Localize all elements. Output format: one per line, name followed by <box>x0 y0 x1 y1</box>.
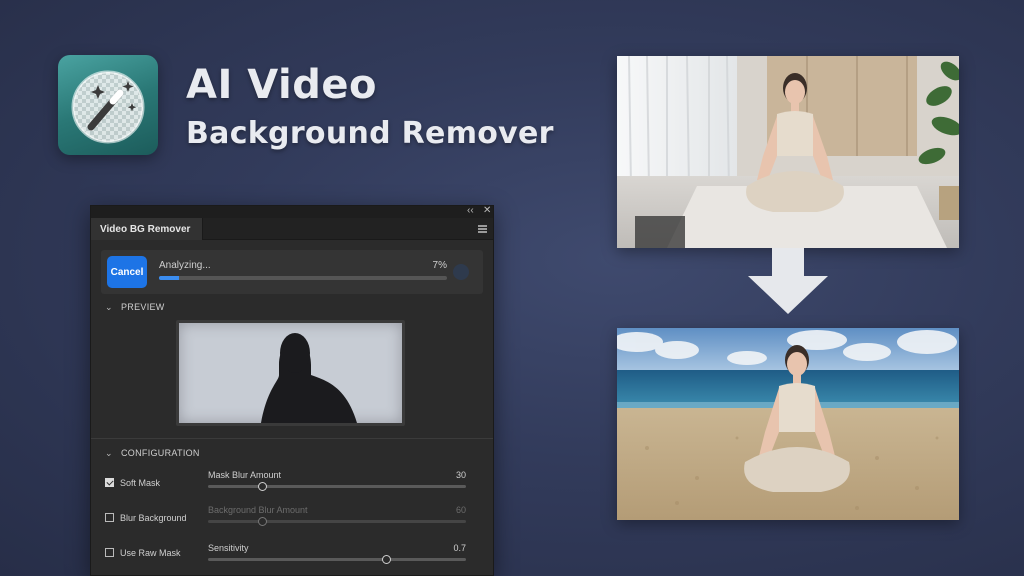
after-image <box>617 328 959 520</box>
close-icon[interactable]: ✕ <box>483 206 491 217</box>
blur-background-option[interactable]: Blur Background <box>105 513 187 523</box>
mask-blur-label: Mask Blur Amount <box>208 470 282 480</box>
sensitivity-slider-block: Sensitivity 0.7 <box>208 543 466 564</box>
use-raw-mask-option[interactable]: Use Raw Mask <box>105 548 181 558</box>
mask-blur-value: 30 <box>455 470 466 480</box>
mask-blur-thumb[interactable] <box>258 482 268 491</box>
soft-mask-label: Soft Mask <box>120 478 161 488</box>
plugin-panel: ‹‹ ✕ Video BG Remover Cancel Analyzing..… <box>90 205 494 576</box>
cancel-button[interactable]: Cancel <box>107 256 147 288</box>
tab-video-bg-remover[interactable]: Video BG Remover <box>91 218 203 240</box>
sensitivity-slider[interactable] <box>208 555 466 564</box>
background-blur-value: 60 <box>455 505 466 515</box>
silhouette-preview <box>261 333 357 423</box>
progress-status: Analyzing... <box>159 260 211 271</box>
configuration-heading: CONFIGURATION <box>121 448 200 458</box>
sensitivity-value: 0.7 <box>453 543 466 553</box>
progress-card: Cancel Analyzing... 7% <box>101 250 483 294</box>
use-raw-mask-label: Use Raw Mask <box>120 548 181 558</box>
beach-background-composite <box>617 328 959 520</box>
mask-blur-slider-block: Mask Blur Amount 30 <box>208 470 466 491</box>
hero-subtitle: Background Remover <box>186 116 554 151</box>
panel-menu-icon[interactable] <box>478 225 487 233</box>
background-blur-slider[interactable] <box>208 517 466 526</box>
sensitivity-thumb[interactable] <box>382 555 392 564</box>
blur-background-checkbox[interactable] <box>105 513 114 522</box>
original-yoga-room-photo <box>617 56 959 248</box>
panel-tabbar: Video BG Remover <box>91 218 493 240</box>
background-blur-label: Background Blur Amount <box>208 505 308 515</box>
magic-wand-icon <box>71 70 145 144</box>
preview-image <box>176 320 405 426</box>
panel-topbar: ‹‹ ✕ <box>91 206 493 218</box>
hero-title: AI Video <box>186 62 377 108</box>
arrow-down-icon <box>748 248 828 314</box>
section-divider <box>91 438 493 439</box>
spinner-icon <box>453 264 469 280</box>
chevron-down-icon: ⌄ <box>105 302 113 312</box>
progress-bar <box>159 276 447 280</box>
before-image <box>617 56 959 248</box>
progress-percent: 7% <box>432 260 447 271</box>
progress-fill <box>159 276 180 280</box>
preview-heading: PREVIEW <box>121 302 165 312</box>
preview-section-header[interactable]: ⌄ PREVIEW <box>105 302 165 313</box>
mask-blur-slider[interactable] <box>208 482 466 491</box>
soft-mask-option[interactable]: Soft Mask <box>105 478 160 488</box>
app-logo <box>58 55 158 155</box>
sensitivity-label: Sensitivity <box>208 543 249 553</box>
use-raw-mask-checkbox[interactable] <box>105 548 114 557</box>
soft-mask-checkbox[interactable] <box>105 478 114 487</box>
chevron-down-icon: ⌄ <box>105 448 113 458</box>
configuration-section-header[interactable]: ⌄ CONFIGURATION <box>105 448 200 459</box>
background-blur-thumb[interactable] <box>258 517 268 526</box>
blur-background-label: Blur Background <box>120 513 187 523</box>
background-blur-slider-block: Background Blur Amount 60 <box>208 505 466 526</box>
collapse-icon[interactable]: ‹‹ <box>467 206 474 217</box>
